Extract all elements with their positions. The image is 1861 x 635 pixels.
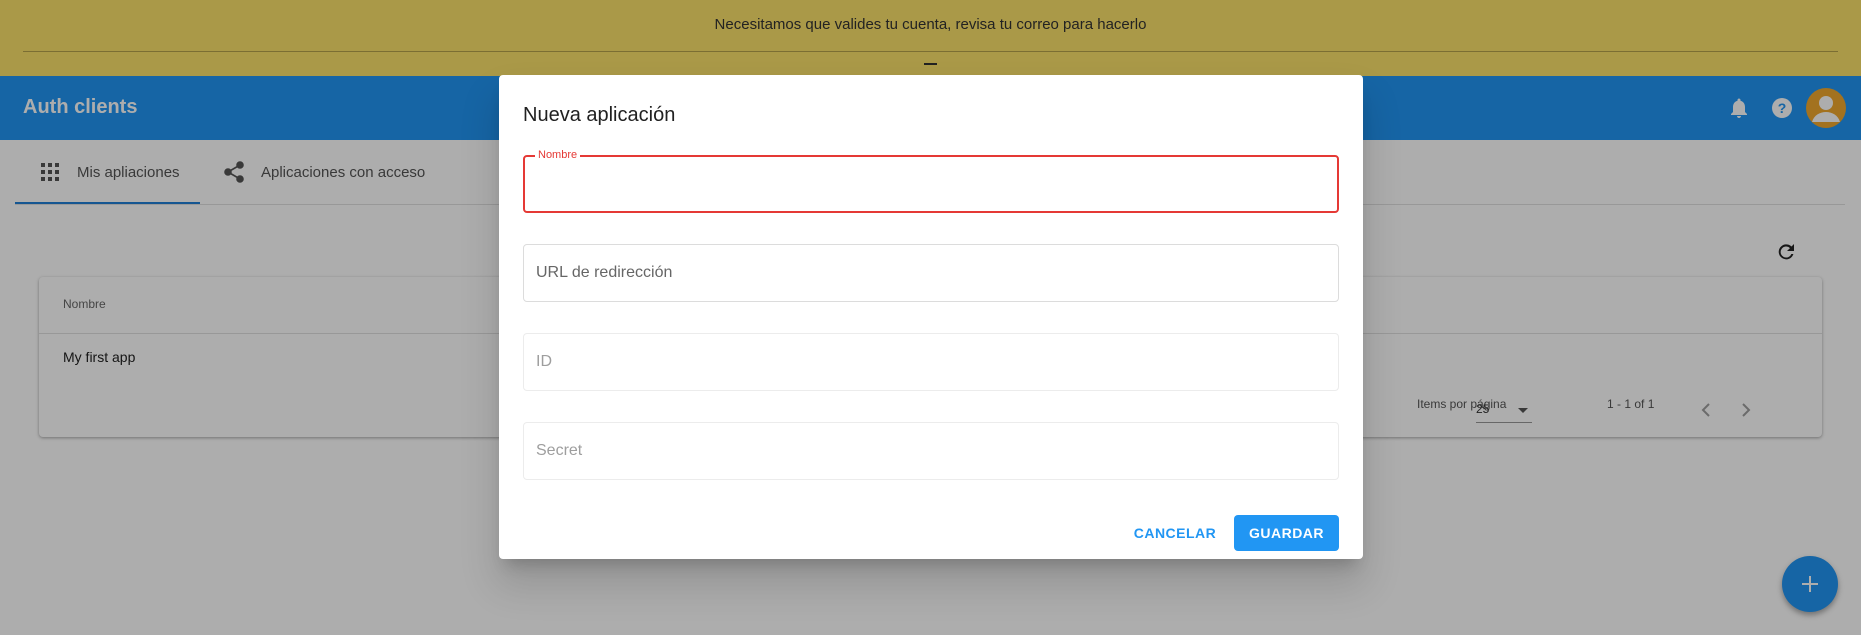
new-application-dialog: Nueva aplicación Nombre CANCELAR GUARDAR <box>499 75 1363 559</box>
secret-input[interactable] <box>536 423 1326 479</box>
cancel-button[interactable]: CANCELAR <box>1127 515 1223 551</box>
id-field[interactable] <box>523 333 1339 391</box>
id-input[interactable] <box>536 334 1326 390</box>
save-button[interactable]: GUARDAR <box>1234 515 1339 551</box>
dialog-title: Nueva aplicación <box>523 104 676 126</box>
redirect-url-input[interactable] <box>536 245 1326 301</box>
page: Necesitamos que valides tu cuenta, revis… <box>0 0 1861 635</box>
secret-field[interactable] <box>523 422 1339 480</box>
name-field[interactable]: Nombre <box>523 149 1339 213</box>
redirect-url-field[interactable] <box>523 244 1339 302</box>
name-input[interactable] <box>537 157 1327 211</box>
